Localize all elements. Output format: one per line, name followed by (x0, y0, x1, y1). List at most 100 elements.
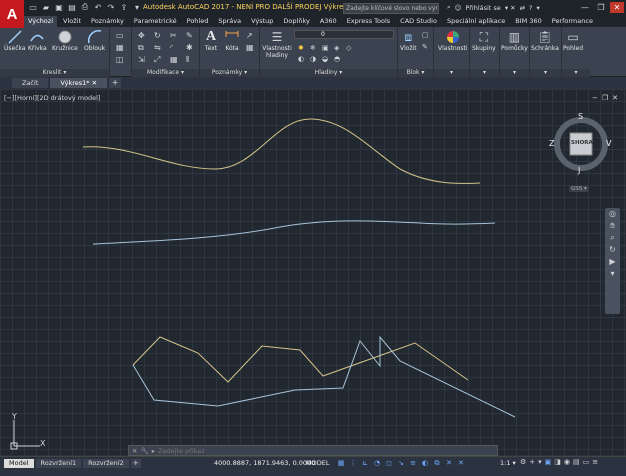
blue-spline[interactable] (92, 220, 496, 245)
tab-rozvrzeni1[interactable]: Rozvržení1 (35, 459, 82, 468)
light-bulb-icon[interactable]: ✹ (298, 44, 306, 52)
layer-walk-icon[interactable]: ◓ (334, 55, 342, 63)
tab-doplnky[interactable]: Doplňky (279, 16, 313, 27)
help-dropdown-icon[interactable]: ▾ (537, 4, 540, 12)
close-tab-icon[interactable]: ✕ (92, 79, 97, 87)
trim-icon[interactable]: ✂ (170, 31, 178, 40)
layer-freeze-icon[interactable]: ❄ (310, 44, 318, 52)
close-command-icon[interactable]: ✕ (132, 447, 137, 455)
pohled-button[interactable]: ▭ Pohled (563, 29, 583, 52)
offset-icon[interactable]: ⫴ (186, 55, 194, 64)
tab-vystup[interactable]: Výstup (247, 16, 277, 27)
quick-properties-icon[interactable]: ▣ (545, 458, 552, 466)
transparency-icon[interactable]: ◐ (420, 458, 430, 468)
pohled-panel-title[interactable]: ▾ (562, 69, 590, 77)
cart-icon[interactable]: ▾ ✕ (505, 4, 516, 12)
kruznice-button[interactable]: Kružnice (52, 29, 78, 52)
viewcube[interactable]: S J Z V SHORA (549, 112, 611, 176)
erase-icon[interactable]: ✎ (186, 31, 194, 40)
kota-button[interactable]: Kóta (224, 29, 240, 52)
coordinates-readout[interactable]: 4000.8887, 1871.9463, 0.0000 (214, 459, 315, 467)
tab-zacit[interactable]: Začít (12, 78, 49, 88)
snap-icon[interactable]: ⋮ (348, 458, 358, 468)
schranka-button[interactable]: 📋︎ Schránka (531, 29, 559, 52)
restore-icon[interactable]: ❐ (594, 2, 608, 13)
rotate-icon[interactable]: ↻ (154, 31, 162, 40)
tab-model[interactable]: Model (4, 459, 34, 468)
sign-in-link[interactable]: Přihlásit se (465, 4, 500, 12)
compass-west[interactable]: Z (549, 139, 554, 148)
yellow-polyline[interactable] (132, 336, 469, 383)
scale-icon[interactable]: ⤢ (154, 55, 162, 64)
undo-icon[interactable]: ↶ (93, 2, 103, 12)
copy-icon[interactable]: ⧉ (138, 43, 146, 52)
tab-bim360[interactable]: BIM 360 (511, 16, 545, 27)
edit-block-icon[interactable]: ✎ (422, 43, 430, 51)
skupiny-button[interactable]: ⛶ Skupiny (472, 29, 496, 53)
layer-unisolate-icon[interactable]: ◑ (310, 55, 318, 63)
tab-sprava[interactable]: Správa (214, 16, 245, 27)
table-icon[interactable]: ▦ (246, 43, 254, 52)
compass-south[interactable]: J (578, 166, 580, 175)
save-icon[interactable]: ▣ (54, 2, 64, 12)
open-folder-icon[interactable]: ▰ (41, 2, 51, 12)
close-icon[interactable]: ✕ (610, 2, 624, 13)
vlastnosti-panel-title[interactable]: ▾ (434, 69, 469, 77)
tab-express-tools[interactable]: Express Tools (343, 16, 394, 27)
fillet-icon[interactable]: ◜ (170, 43, 178, 52)
text-button[interactable]: A Text (203, 29, 219, 52)
vlastnosti-button[interactable]: Vlastnosti (438, 29, 468, 52)
ortho-icon[interactable]: ⊾ (360, 458, 370, 468)
add-layout-button[interactable]: + (130, 459, 141, 468)
new-tab-button[interactable]: + (109, 78, 122, 88)
viewcube-face[interactable]: SHORA (571, 140, 593, 146)
annotation-visibility-icon[interactable]: ✕ (444, 458, 454, 468)
array-icon[interactable]: ▦ (170, 55, 178, 64)
tab-a360[interactable]: A360 (316, 16, 341, 27)
skupiny-panel-title[interactable]: ▾ (470, 69, 499, 77)
vlastnosti-hladiny-button[interactable]: ☰ Vlastnosti hladiny (262, 29, 292, 59)
tab-specialni-aplikace[interactable]: Speciální aplikace (443, 16, 509, 27)
lock-ui-icon[interactable]: ◨ (554, 458, 561, 466)
qat-dropdown-icon[interactable]: ▾ (132, 2, 142, 12)
redo-icon[interactable]: ↷ (106, 2, 116, 12)
tab-vykres1[interactable]: Výkres1* ✕ (50, 78, 108, 88)
tab-vlozit[interactable]: Vložit (59, 16, 85, 27)
kreslit-panel-title[interactable]: Kreslit ▾ (0, 69, 109, 77)
units-icon[interactable]: ▾ (538, 458, 542, 466)
model-space-button[interactable]: MODEL (306, 459, 329, 467)
search-input[interactable]: Zadejte klíčové slovo nebo výraz (343, 3, 439, 14)
tab-rozvrzeni2[interactable]: Rozvržení2 (83, 459, 129, 468)
zoom-icon[interactable]: ⌕ (605, 232, 620, 244)
poznamky-panel-title[interactable]: Poznámky ▾ (200, 69, 259, 77)
yellow-spline[interactable] (82, 118, 481, 184)
layer-off-icon[interactable]: ◒ (322, 55, 330, 63)
pan-icon[interactable]: ✋︎ (605, 220, 620, 232)
explode-icon[interactable]: ✱ (186, 43, 194, 52)
region-icon[interactable]: ◫ (116, 55, 124, 64)
vlozit-blok-button[interactable]: ⧈ Vložit (400, 29, 417, 53)
layer-match-icon[interactable]: ◈ (334, 44, 342, 52)
usecka-button[interactable]: Úsečka (4, 29, 26, 52)
grid-icon[interactable]: ▦ (336, 458, 346, 468)
exchange-icon[interactable]: ⇄ (520, 4, 525, 12)
minimize-icon[interactable]: — (578, 2, 592, 13)
create-block-icon[interactable]: ▢ (422, 31, 430, 39)
command-input[interactable] (157, 446, 438, 455)
new-file-icon[interactable]: ▭ (28, 2, 38, 12)
auto-scale-icon[interactable]: ✕ (456, 458, 466, 468)
search-icon[interactable]: ⌕ (447, 3, 451, 12)
command-settings-icon[interactable]: 🔧︎ (140, 447, 148, 455)
lineweight-icon[interactable]: ≡ (408, 458, 418, 468)
osnap-icon[interactable]: ◻ (384, 458, 394, 468)
layer-isolate-icon[interactable]: ◐ (298, 55, 306, 63)
application-menu-button[interactable]: A (0, 0, 24, 28)
leader-icon[interactable]: ↗ (246, 31, 254, 40)
command-history-icon[interactable]: ▸ (152, 447, 155, 455)
wcs-dropdown[interactable]: GSS ▾ (569, 186, 589, 192)
stretch-icon[interactable]: ⇲ (138, 55, 146, 64)
hatch-icon[interactable]: ▦ (116, 43, 124, 52)
orbit-icon[interactable]: ↻ (605, 244, 620, 256)
clean-screen-icon[interactable]: ▭ (583, 458, 590, 466)
polar-icon[interactable]: ◔ (372, 458, 382, 468)
